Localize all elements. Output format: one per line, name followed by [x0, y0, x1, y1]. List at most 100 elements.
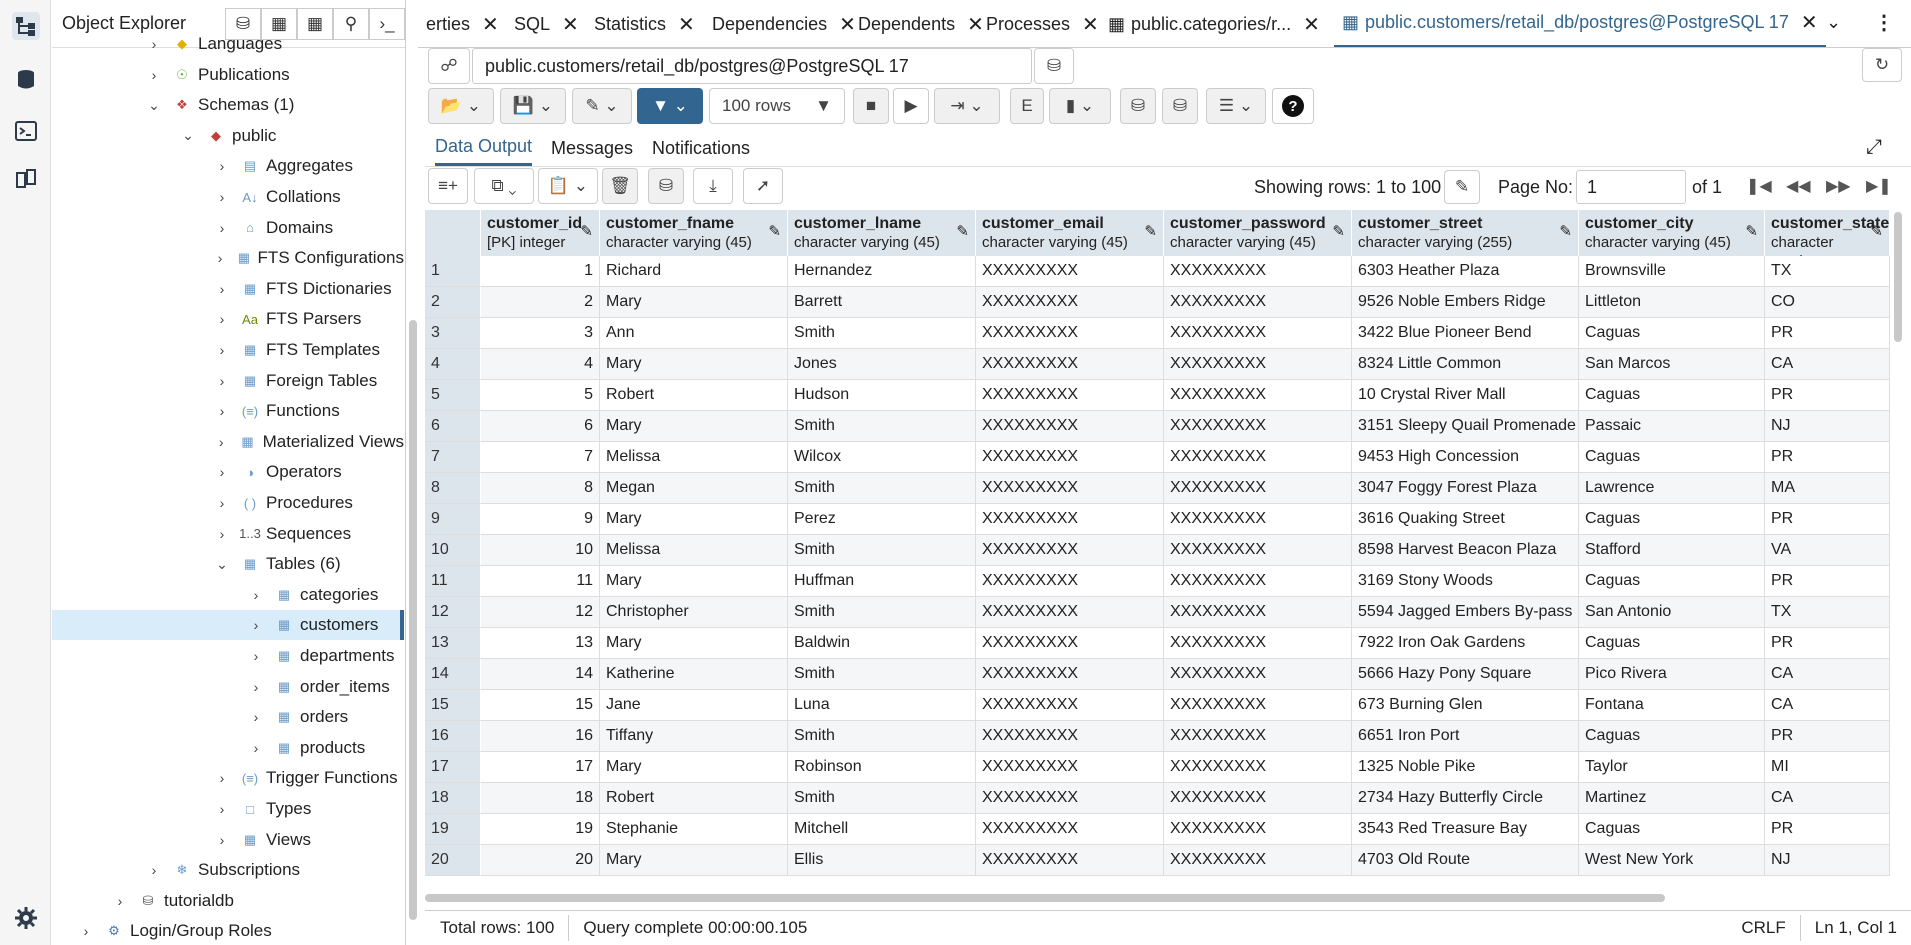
execute-button[interactable]: ▶ — [893, 88, 929, 124]
cell-customer-id[interactable]: 2 — [481, 287, 600, 318]
cell-customer-lname[interactable]: Luna — [788, 690, 976, 721]
cell-customer-state[interactable]: PR — [1765, 318, 1890, 349]
tab-processes[interactable]: Processes ✕ — [978, 0, 1107, 47]
cell-customer-password[interactable]: XXXXXXXXX — [1164, 318, 1352, 349]
explain-analyze-button[interactable]: ▮ ⌄ — [1049, 88, 1111, 124]
tab-dependencies[interactable]: Dependencies ✕ — [704, 0, 864, 47]
cell-customer-lname[interactable]: Smith — [788, 783, 976, 814]
chevron-down-icon[interactable]: ⌄ — [146, 97, 162, 114]
cell-customer-city[interactable]: San Marcos — [1579, 349, 1765, 380]
tree-item-schemas-1[interactable]: ⌄ ❖ Schemas (1) — [52, 90, 404, 120]
row-number[interactable]: 16 — [425, 721, 481, 752]
cell-customer-state[interactable]: VA — [1765, 535, 1890, 566]
connection-field[interactable]: public.customers/retail_db/postgres@Post… — [472, 48, 1032, 84]
stop-button[interactable]: ■ — [853, 88, 889, 124]
horizontal-scrollbar[interactable] — [425, 894, 1665, 902]
cell-customer-lname[interactable]: Smith — [788, 535, 976, 566]
row-number-header[interactable] — [425, 210, 481, 256]
cell-customer-password[interactable]: XXXXXXXXX — [1164, 504, 1352, 535]
cell-customer-fname[interactable]: Mary — [600, 349, 788, 380]
chevron-right-icon[interactable]: › — [248, 740, 264, 756]
tree-item-foreign-tables[interactable]: › ▦ Foreign Tables — [52, 366, 404, 396]
cell-customer-city[interactable]: Caguas — [1579, 380, 1765, 411]
chevron-right-icon[interactable]: › — [214, 495, 230, 511]
cell-customer-city[interactable]: Taylor — [1579, 752, 1765, 783]
cell-customer-lname[interactable]: Smith — [788, 721, 976, 752]
cell-customer-email[interactable]: XXXXXXXXX — [976, 597, 1164, 628]
cell-customer-fname[interactable]: Christopher — [600, 597, 788, 628]
cell-customer-city[interactable]: Caguas — [1579, 318, 1765, 349]
save-file-button[interactable]: 💾 ⌄ — [500, 88, 566, 124]
row-number[interactable]: 7 — [425, 442, 481, 473]
chevron-right-icon[interactable]: › — [214, 770, 230, 786]
database-tools-icon[interactable] — [12, 66, 40, 94]
tree-item-public[interactable]: ⌄ ◆ public — [52, 121, 404, 151]
chevron-right-icon[interactable]: › — [146, 36, 162, 52]
cell-customer-city[interactable]: West New York — [1579, 845, 1765, 876]
tree-item-types[interactable]: › □ Types — [52, 794, 404, 824]
tab-public-customers-retail-db-postgres-postgresql-17[interactable]: ▦ public.customers/retail_db/postgres@Pos… — [1334, 0, 1826, 47]
cell-customer-fname[interactable]: Mary — [600, 845, 788, 876]
chevron-right-icon[interactable]: › — [214, 189, 230, 205]
cell-customer-state[interactable]: CA — [1765, 783, 1890, 814]
cell-customer-fname[interactable]: Mary — [600, 504, 788, 535]
cell-customer-email[interactable]: XXXXXXXXX — [976, 721, 1164, 752]
tab-sql[interactable]: SQL ✕ — [506, 0, 587, 47]
cell-customer-lname[interactable]: Smith — [788, 318, 976, 349]
column-header-customer-lname[interactable]: customer_lname character varying (45) ✎ — [788, 210, 976, 256]
cell-customer-lname[interactable]: Perez — [788, 504, 976, 535]
cell-customer-street[interactable]: 7922 Iron Oak Gardens — [1352, 628, 1579, 659]
tree-item-departments[interactable]: › ▦ departments — [52, 641, 404, 671]
tree-item-domains[interactable]: › ⌂ Domains — [52, 213, 404, 243]
edit-column-icon[interactable]: ✎ — [1559, 222, 1572, 241]
cell-customer-city[interactable]: Lawrence — [1579, 473, 1765, 504]
cell-customer-street[interactable]: 6303 Heather Plaza — [1352, 256, 1579, 287]
cell-customer-password[interactable]: XXXXXXXXX — [1164, 442, 1352, 473]
cell-customer-state[interactable]: CO — [1765, 287, 1890, 318]
tree-item-fts-dictionaries[interactable]: › ▦ FTS Dictionaries — [52, 274, 404, 304]
edit-range-icon[interactable]: ✎ — [1444, 170, 1480, 204]
cell-customer-lname[interactable]: Smith — [788, 473, 976, 504]
tree-item-operators[interactable]: › ◑ Operators — [52, 457, 404, 487]
delete-icon[interactable]: 🗑 — [602, 168, 638, 204]
cell-customer-city[interactable]: Caguas — [1579, 814, 1765, 845]
edit-column-icon[interactable]: ✎ — [768, 222, 781, 241]
cell-customer-fname[interactable]: Robert — [600, 783, 788, 814]
connection-db-icon[interactable]: ⛁ — [1034, 48, 1074, 84]
cell-customer-email[interactable]: XXXXXXXXX — [976, 473, 1164, 504]
page-number-input[interactable]: 1 — [1576, 170, 1686, 204]
schema-diff-icon[interactable] — [12, 166, 40, 194]
tree-item-sequences[interactable]: › 1..3 Sequences — [52, 519, 404, 549]
cell-customer-id[interactable]: 17 — [481, 752, 600, 783]
tab-statistics[interactable]: Statistics ✕ — [586, 0, 703, 47]
close-icon[interactable]: ✕ — [562, 12, 579, 37]
cell-customer-city[interactable]: Caguas — [1579, 442, 1765, 473]
row-number[interactable]: 20 — [425, 845, 481, 876]
column-header-customer-email[interactable]: customer_email character varying (45) ✎ — [976, 210, 1164, 256]
cell-customer-street[interactable]: 8598 Harvest Beacon Plaza — [1352, 535, 1579, 566]
tree-item-views[interactable]: › ▦ Views — [52, 825, 404, 855]
cell-customer-state[interactable]: TX — [1765, 256, 1890, 287]
rows-limit-select[interactable]: 100 rows ▼ — [709, 88, 845, 124]
tab-erties[interactable]: erties ✕ — [418, 0, 507, 47]
row-number[interactable]: 8 — [425, 473, 481, 504]
cell-customer-state[interactable]: PR — [1765, 721, 1890, 752]
cell-customer-state[interactable]: NJ — [1765, 411, 1890, 442]
cell-customer-lname[interactable]: Smith — [788, 411, 976, 442]
chevron-right-icon[interactable]: › — [214, 158, 230, 174]
tree-item-fts-parsers[interactable]: › Aa FTS Parsers — [52, 304, 404, 334]
row-number[interactable]: 15 — [425, 690, 481, 721]
cell-customer-state[interactable]: PR — [1765, 628, 1890, 659]
cell-customer-fname[interactable]: Robert — [600, 380, 788, 411]
row-number[interactable]: 17 — [425, 752, 481, 783]
tree-item-procedures[interactable]: › ( ) Procedures — [52, 488, 404, 518]
cell-customer-email[interactable]: XXXXXXXXX — [976, 411, 1164, 442]
edit-column-icon[interactable]: ✎ — [1745, 222, 1758, 241]
cell-customer-id[interactable]: 20 — [481, 845, 600, 876]
add-row-icon[interactable]: ≡+ — [428, 168, 468, 204]
cell-customer-email[interactable]: XXXXXXXXX — [976, 349, 1164, 380]
cell-customer-password[interactable]: XXXXXXXXX — [1164, 380, 1352, 411]
cell-customer-email[interactable]: XXXXXXXXX — [976, 814, 1164, 845]
cell-customer-email[interactable]: XXXXXXXXX — [976, 256, 1164, 287]
tree-item-fts-templates[interactable]: › ▦ FTS Templates — [52, 335, 404, 365]
